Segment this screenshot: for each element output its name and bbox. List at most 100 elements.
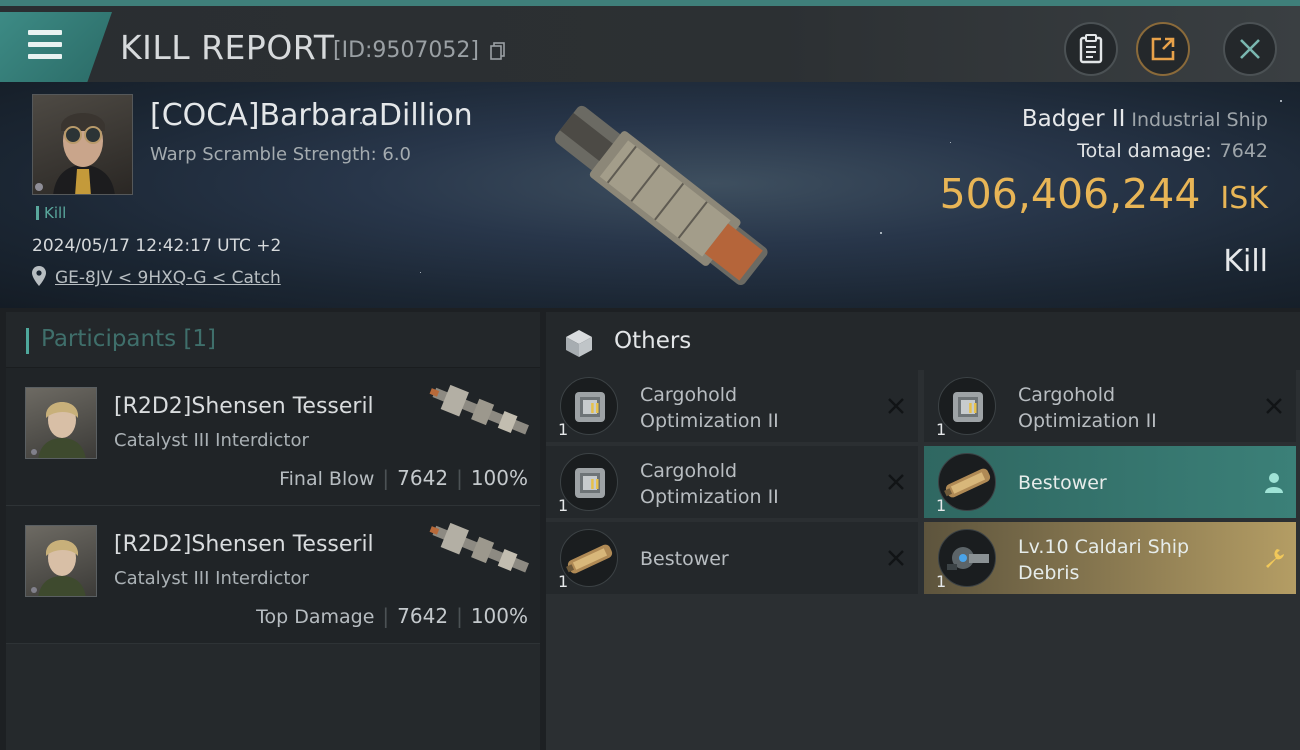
cargohold-module-icon [560, 453, 618, 511]
participant-row[interactable]: [R2D2]Shensen Tesseril Catalyst III Inte… [6, 506, 540, 644]
item-name-line1: Lv.10 Caldari Ship [1018, 536, 1190, 558]
item-quantity: 1 [558, 496, 569, 515]
ship-name: Badger II [1021, 106, 1126, 132]
ship-class: Industrial Ship [1131, 109, 1268, 131]
participant-percent: 100% [470, 604, 528, 628]
participant-role: Top Damage [256, 606, 375, 628]
warp-scramble-strength: Warp Scramble Strength: 6.0 [150, 144, 412, 165]
hamburger-icon [28, 30, 62, 35]
kill-tag: Kill [36, 206, 66, 221]
participant-portrait-icon [31, 540, 86, 596]
star [950, 142, 951, 143]
list-item[interactable]: II 1 Cargohold Optimization II [924, 370, 1296, 442]
item-quantity: 1 [936, 496, 947, 515]
destroyed-icon [888, 398, 904, 414]
participant-stats: Final Blow | 7642 | 100% [279, 466, 528, 490]
clipboard-icon [1079, 34, 1103, 64]
star [420, 272, 421, 273]
total-damage-label: Total damage: [1077, 140, 1212, 162]
module-tech-badge: II [590, 402, 600, 417]
participant-avatar[interactable] [25, 387, 97, 459]
star [1280, 100, 1282, 102]
title-bar: KILL REPORT [ID:9507052] [0, 0, 1300, 82]
location-pin-icon [32, 266, 46, 286]
item-name-line2: Optimization II [1018, 410, 1157, 432]
separator: | [382, 604, 390, 628]
list-item[interactable]: 1 Bestower [546, 522, 918, 594]
share-button[interactable] [1136, 22, 1190, 76]
list-item[interactable]: II 1 Cargohold Optimization II [546, 446, 918, 518]
copy-icon[interactable] [490, 42, 506, 60]
separator: | [456, 604, 463, 628]
total-damage-value: 7642 [1219, 140, 1268, 162]
item-name: Bestower [640, 548, 729, 570]
participant-ship: Catalyst III Interdictor [114, 430, 309, 451]
participant-portrait-icon [31, 402, 86, 458]
victim-ship[interactable]: Badger II Industrial Ship [1022, 106, 1268, 132]
share-icon [1151, 37, 1175, 61]
victim-banner: [COCA]BarbaraDillion Warp Scramble Stren… [0, 82, 1300, 308]
kill-result: Kill [1223, 244, 1268, 279]
module-tech-badge: II [590, 478, 600, 493]
separator: | [382, 466, 390, 490]
item-name-line1: Cargohold [1018, 384, 1116, 406]
others-header: Others [546, 312, 1300, 370]
bestower-ship-icon [560, 529, 618, 587]
item-quantity: 1 [936, 420, 947, 439]
participant-avatar[interactable] [25, 525, 97, 597]
bestower-ship-icon [938, 453, 996, 511]
list-item[interactable]: 1 Lv.10 Caldari Ship Debris [924, 522, 1296, 594]
hamburger-icon-bar [28, 42, 62, 47]
header-accent [26, 328, 29, 354]
catalyst-ship-image [429, 522, 529, 573]
close-button[interactable] [1223, 22, 1277, 76]
total-damage: Total damage: 7642 [1077, 140, 1268, 162]
cargohold-module-icon [938, 377, 996, 435]
destroyed-icon [888, 550, 904, 566]
module-tech-badge: II [968, 402, 978, 417]
close-icon [1240, 39, 1260, 59]
participant-percent: 100% [470, 466, 528, 490]
participant-stats: Top Damage | 7642 | 100% [256, 604, 528, 628]
item-name-line1: Cargohold [640, 460, 738, 482]
participant-row[interactable]: [R2D2]Shensen Tesseril Catalyst III Inte… [6, 368, 540, 506]
item-name-line2: Optimization II [640, 486, 779, 508]
hamburger-icon-bar [28, 54, 62, 59]
item-name: Cargohold Optimization II [640, 382, 870, 434]
wrench-icon [1266, 549, 1284, 568]
badger-ship-image [554, 105, 768, 286]
item-name-line2: Debris [1018, 562, 1080, 584]
item-name: Cargohold Optimization II [640, 458, 870, 510]
separator: | [456, 466, 463, 490]
victim-name[interactable]: [COCA]BarbaraDillion [150, 98, 473, 133]
item-name-line2: Optimization II [640, 410, 779, 432]
list-item[interactable]: 1 Bestower [924, 446, 1296, 518]
participant-name[interactable]: [R2D2]Shensen Tesseril [114, 532, 374, 557]
menu-button[interactable] [0, 12, 112, 82]
location-link[interactable]: GE-8JV < 9HXQ-G < Catch [55, 268, 281, 288]
person-icon [1265, 473, 1283, 493]
participant-damage: 7642 [397, 604, 449, 628]
clipboard-button[interactable] [1064, 22, 1118, 76]
item-quantity: 1 [558, 420, 569, 439]
item-name-line1: Cargohold [640, 384, 738, 406]
participant-name[interactable]: [R2D2]Shensen Tesseril [114, 394, 374, 419]
item-name: Cargohold Optimization II [1018, 382, 1248, 434]
kill-datetime: 2024/05/17 12:42:17 UTC +2 [32, 236, 282, 256]
destroyed-icon [1266, 398, 1282, 414]
page-title: KILL REPORT [120, 28, 335, 67]
participant-damage: 7642 [397, 466, 449, 490]
item-name: Bestower [1018, 472, 1107, 494]
others-title: Others [614, 328, 692, 354]
cargohold-module-icon [560, 377, 618, 435]
participants-panel: Participants [1] [R2D2]Shensen Tesseril … [6, 312, 540, 750]
destroyed-icon [888, 474, 904, 490]
list-item[interactable]: II 1 Cargohold Optimization II [546, 370, 918, 442]
cube-icon [566, 330, 592, 357]
item-quantity: 1 [936, 572, 947, 591]
participants-header: Participants [1] [6, 312, 540, 368]
victim-portrait-icon [35, 113, 115, 194]
isk-amount: 506,406,244 [939, 170, 1201, 218]
victim-avatar[interactable] [32, 94, 133, 195]
participant-ship: Catalyst III Interdictor [114, 568, 309, 589]
